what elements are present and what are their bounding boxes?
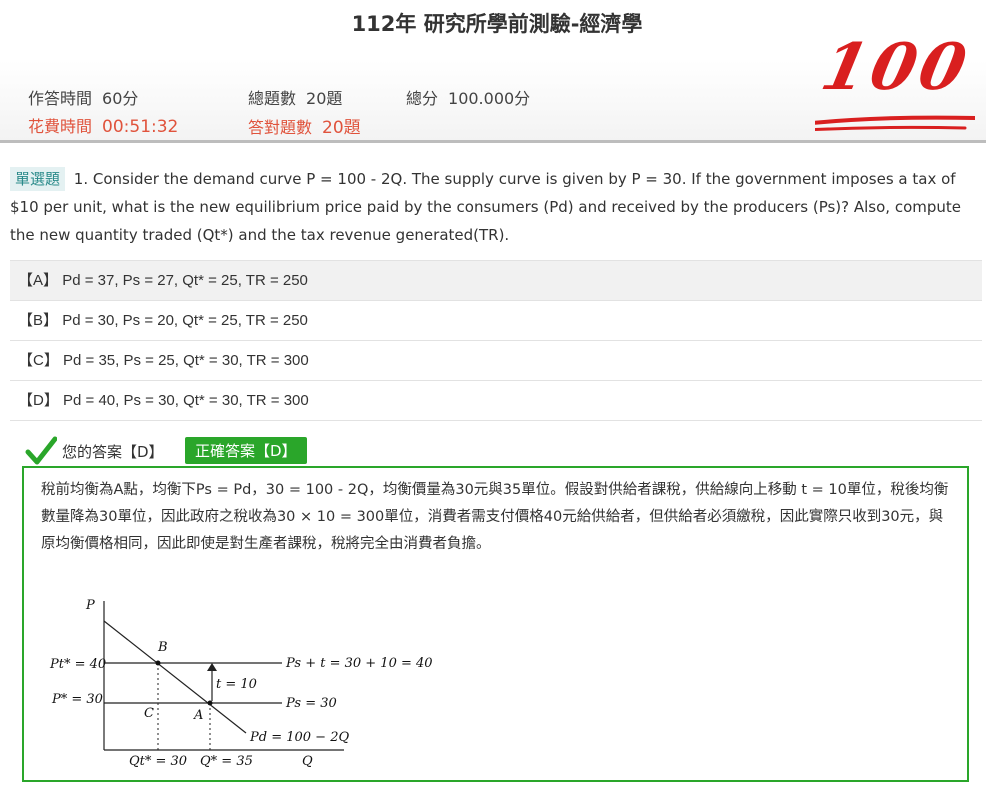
option-text: Pd = 37, Ps = 27, Qt* = 25, TR = 250: [62, 272, 308, 289]
total-questions-label: 總題數: [248, 89, 297, 108]
score-stamp: 100: [815, 30, 977, 134]
answer-time: 作答時間 60分: [28, 85, 138, 109]
total-score-value: 100.000分: [448, 89, 531, 108]
your-answer: 您的答案【D】: [62, 443, 164, 461]
demand-label: Pd = 100 − 2Q: [249, 730, 349, 745]
correct-answer-badge: 正確答案【D】: [185, 437, 307, 464]
time-spent-value: 00:51:32: [102, 117, 179, 137]
supply-tax-label: Ps + t = 30 + 10 = 40: [285, 656, 433, 671]
options-list: 【A】 Pd = 37, Ps = 27, Qt* = 25, TR = 250…: [10, 260, 982, 421]
question-type-tag: 單選題: [10, 167, 66, 191]
correct-count-value: 20題: [322, 118, 361, 138]
time-spent: 花費時間 00:51:32: [28, 113, 178, 137]
correct-count-label: 答對題數: [248, 118, 313, 137]
question-number: 1.: [73, 170, 89, 188]
y-axis-label: P: [85, 598, 95, 613]
answer-time-value: 60分: [102, 89, 139, 108]
answer-row: 您的答案【D】 正確答案【D】: [25, 436, 425, 466]
point-b-label: B: [157, 640, 168, 655]
question-text: Consider the demand curve P = 100 - 2Q. …: [10, 170, 962, 244]
point-a-dot: [207, 700, 213, 706]
tax-label: t = 10: [216, 677, 257, 692]
option-text: Pd = 40, Ps = 30, Qt* = 30, TR = 300: [63, 392, 309, 409]
arrow-up-icon: [207, 663, 217, 671]
option-b[interactable]: 【B】 Pd = 30, Ps = 20, Qt* = 25, TR = 250: [10, 301, 982, 341]
option-key: 【B】: [18, 312, 59, 329]
supply-label: Ps = 30: [285, 696, 337, 711]
qt-label: Qt* = 30: [129, 754, 187, 769]
total-questions: 總題數 20題: [248, 85, 342, 109]
x-axis-label: Q: [302, 754, 313, 769]
total-questions-value: 20題: [306, 89, 343, 108]
option-text: Pd = 30, Ps = 20, Qt* = 25, TR = 250: [62, 312, 308, 329]
explanation-text: 稅前均衡為A點，均衡下Ps = Pd，30 = 100 - 2Q，均衡價量為30…: [41, 482, 949, 552]
option-key: 【C】: [18, 352, 59, 369]
p-label: P* = 30: [51, 692, 103, 707]
option-a[interactable]: 【A】 Pd = 37, Ps = 27, Qt* = 25, TR = 250: [10, 260, 982, 301]
total-score: 總分 100.000分: [406, 85, 530, 109]
option-key: 【A】: [18, 272, 59, 289]
pt-label: Pt* = 40: [49, 657, 106, 672]
score-underline-icon: [815, 115, 975, 132]
question-text-block: 單選題 1. Consider the demand curve P = 100…: [10, 165, 965, 249]
time-spent-label: 花費時間: [28, 117, 93, 136]
option-c[interactable]: 【C】 Pd = 35, Ps = 25, Qt* = 30, TR = 300: [10, 341, 982, 381]
checkmark-icon: [25, 436, 57, 465]
point-c-label: C: [144, 706, 154, 721]
correct-count: 答對題數 20題: [248, 113, 361, 138]
option-key: 【D】: [18, 392, 59, 409]
answer-time-label: 作答時間: [28, 89, 93, 108]
option-d[interactable]: 【D】 Pd = 40, Ps = 30, Qt* = 30, TR = 300: [10, 381, 982, 421]
explanation-box: 稅前均衡為A點，均衡下Ps = Pd，30 = 100 - 2Q，均衡價量為30…: [22, 466, 969, 782]
tax-incidence-graph: P Pt* = 40 P* = 30 B C A Ps + t = 30 + 1…: [49, 598, 433, 769]
q-label: Q* = 35: [200, 754, 253, 769]
option-text: Pd = 35, Ps = 25, Qt* = 30, TR = 300: [63, 352, 309, 369]
total-score-label: 總分: [406, 89, 439, 108]
point-a-label: A: [193, 708, 203, 723]
point-b-dot: [155, 660, 161, 666]
